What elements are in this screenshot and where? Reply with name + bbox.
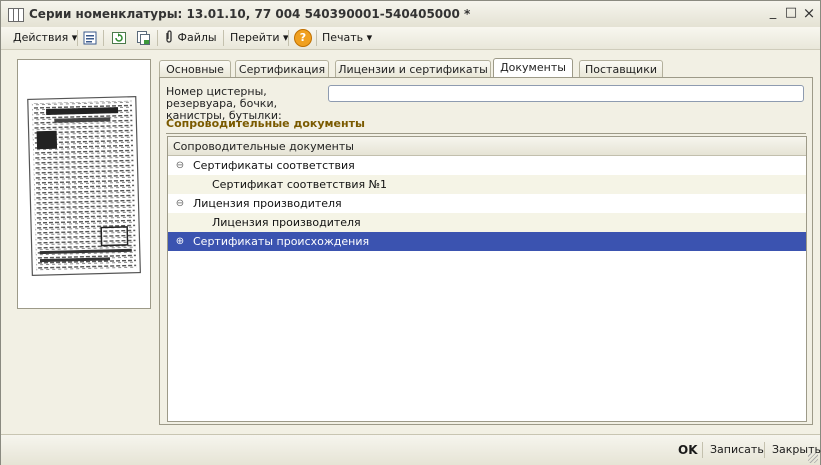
copy-icon[interactable] (135, 30, 151, 46)
window-icon (8, 8, 24, 22)
goto-menu[interactable]: Перейти ▾ (230, 30, 289, 46)
toolbar-separator (77, 30, 78, 46)
close-window-button[interactable]: × (801, 5, 817, 21)
document-window: Серии номенклатуры: 13.01.10, 77 004 540… (0, 0, 821, 465)
documents-panel: Номер цистерны, резервуара, бочки, канис… (159, 77, 813, 425)
ok-button[interactable]: OK (678, 443, 698, 457)
toolbar-separator (288, 30, 289, 46)
section-title: Сопроводительные документы (166, 117, 365, 130)
goto-menu-label: Перейти (230, 31, 280, 44)
tree-row-label: Сертификат соответствия №1 (212, 178, 388, 191)
tab-main[interactable]: Основные (159, 60, 231, 78)
document-image-field[interactable] (17, 59, 151, 309)
collapse-icon[interactable]: ⊖ (174, 194, 186, 213)
tree-row[interactable]: Лицензия производителя (168, 213, 806, 232)
footer-separator (764, 442, 765, 458)
paperclip-icon (166, 30, 172, 43)
tree-row-label: Сертификаты происхождения (193, 235, 370, 248)
refresh-icon[interactable] (111, 30, 127, 46)
toolbar-separator (157, 30, 158, 46)
tree-row[interactable]: Сертификат соответствия №1 (168, 175, 806, 194)
scanned-document-icon (27, 96, 141, 276)
help-icon[interactable]: ? (294, 29, 312, 47)
tab-documents[interactable]: Документы (493, 58, 573, 79)
save-button[interactable]: Записать (710, 443, 764, 457)
title-bar: Серии номенклатуры: 13.01.10, 77 004 540… (1, 1, 820, 28)
tree-column-header[interactable]: Сопроводительные документы (168, 137, 806, 156)
footer-separator (702, 442, 703, 458)
minimize-button[interactable]: _ (765, 5, 781, 21)
actions-menu[interactable]: Действия ▾ (13, 30, 77, 46)
documents-tree[interactable]: Сопроводительные документы ⊖ Сертификаты… (167, 136, 807, 422)
toolbar-separator (223, 30, 224, 46)
maximize-button[interactable]: □ (783, 5, 799, 21)
tab-suppliers[interactable]: Поставщики (579, 60, 663, 78)
window-title: Серии номенклатуры: 13.01.10, 77 004 540… (29, 7, 471, 21)
files-button-label: Файлы (177, 31, 217, 44)
actions-menu-label: Действия (13, 31, 69, 44)
tree-row-selected[interactable]: ⊕ Сертификаты происхождения (168, 232, 806, 251)
tree-row-label: Лицензия производителя (212, 216, 361, 229)
tree-row[interactable]: ⊖ Лицензия производителя (168, 194, 806, 213)
toolbar: Действия ▾ Файлы Перейти ▾ ? Печать ▾ (1, 27, 820, 50)
print-menu-label: Печать (322, 31, 364, 44)
chevron-down-icon: ▾ (366, 31, 373, 44)
tab-licenses-certificates[interactable]: Лицензии и сертификаты (335, 60, 491, 78)
expand-icon[interactable]: ⊕ (174, 232, 186, 251)
form-footer: OK Записать Закрыть (1, 434, 821, 465)
section-divider (166, 133, 806, 134)
form-body: Основные Сертификация Лицензии и сертифи… (1, 50, 820, 434)
collapse-icon[interactable]: ⊖ (174, 156, 186, 175)
toolbar-separator (316, 30, 317, 46)
print-menu[interactable]: Печать ▾ (322, 30, 372, 46)
files-button[interactable]: Файлы (164, 30, 217, 46)
tree-row[interactable]: ⊖ Сертификаты соответствия (168, 156, 806, 175)
toolbar-separator (103, 30, 104, 46)
list-icon[interactable] (82, 30, 98, 46)
tree-row-label: Сертификаты соответствия (193, 159, 355, 172)
resize-grip-icon[interactable] (808, 453, 818, 463)
container-number-input[interactable] (328, 85, 804, 102)
tab-certification[interactable]: Сертификация (235, 60, 329, 78)
tree-row-label: Лицензия производителя (193, 197, 342, 210)
